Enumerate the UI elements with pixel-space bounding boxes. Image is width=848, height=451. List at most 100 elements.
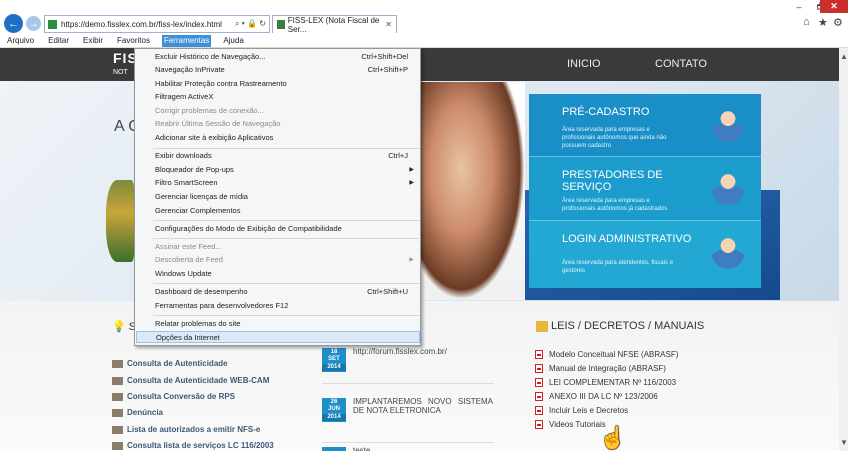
news-day: 18	[330, 349, 338, 355]
address-bar[interactable]: https://demo.fisslex.com.br/fiss-lex/ind…	[44, 15, 270, 33]
service-link[interactable]: Consulta de Autenticidade WEB-CAM	[112, 376, 269, 385]
submenu-arrow-icon: ▶	[409, 167, 414, 173]
menu-item-shortcut: Ctrl+Shift+Del	[361, 52, 408, 61]
news-date-badge	[322, 447, 346, 451]
tab-close-icon[interactable]: ✕	[385, 20, 392, 29]
news-item-text[interactable]: teste	[353, 446, 493, 451]
scroll-up-icon[interactable]: ▲	[840, 52, 848, 61]
service-link[interactable]: Consulta de Autenticidade	[112, 359, 228, 368]
scroll-down-icon[interactable]: ▼	[840, 438, 848, 447]
menu-item-assinar-feed: Assinar este Feed...	[135, 241, 420, 253]
service-icon	[112, 376, 123, 385]
nav-inicio[interactable]: INICIO	[567, 58, 601, 70]
pdf-icon	[535, 364, 543, 373]
service-link[interactable]: Lista de autorizados a emitir NFS-e	[112, 425, 260, 434]
law-link[interactable]: LEI COMPLEMENTAR Nº 116/2003	[535, 378, 676, 387]
service-icon	[112, 359, 123, 368]
menu-item-licencas-midia[interactable]: Gerenciar licenças de mídia	[135, 191, 420, 203]
law-link[interactable]: Modelo Conceitual NFSE (ABRASF)	[535, 350, 678, 359]
window-minimize-button[interactable]: –	[788, 0, 810, 13]
menu-item-gerenciar-complementos[interactable]: Gerenciar Complementos	[135, 205, 420, 217]
menu-item-opcoes-internet[interactable]: Opções da Internet	[136, 331, 420, 343]
menu-item-protecao-rastreamento[interactable]: Habilitar Proteção contra Rastreamento	[135, 78, 420, 90]
menu-item-shortcut: Ctrl+J	[388, 151, 408, 160]
back-button[interactable]: ←	[4, 14, 23, 33]
menu-item-label: Configurações do Modo de Exibição de Com…	[155, 224, 342, 233]
law-link[interactable]: ANEXO III DA LC Nº 123/2006	[535, 392, 658, 401]
home-icon[interactable]: ⌂	[803, 16, 810, 28]
menu-item-compatibilidade[interactable]: Configurações do Modo de Exibição de Com…	[135, 223, 420, 235]
law-link[interactable]: Videos Tutoriais	[535, 420, 606, 429]
site-favicon-icon	[48, 19, 57, 29]
menu-item-windows-update[interactable]: Windows Update	[135, 268, 420, 280]
service-link[interactable]: Consulta lista de serviços LC 116/2003	[112, 441, 274, 450]
menu-separator	[153, 283, 419, 284]
menu-item-label: Descoberta de Feed	[155, 255, 223, 264]
menu-item-label: Assinar este Feed...	[155, 242, 222, 251]
page-scrollbar[interactable]: ▲ ▼	[839, 48, 848, 451]
menu-item-bloqueador-popups[interactable]: Bloqueador de Pop-ups ▶	[135, 164, 420, 176]
address-controls-icon[interactable]: ⌕ ▾ 🔒 ↻	[235, 19, 266, 29]
menu-separator	[153, 238, 419, 239]
law-link[interactable]: Incluir Leis e Decretos	[535, 406, 628, 415]
menu-item-exibir-downloads[interactable]: Exibir downloads Ctrl+J	[135, 150, 420, 162]
hand-cursor-icon: ☝	[599, 425, 627, 450]
hero-photo	[419, 82, 525, 300]
card-prestadores[interactable]: PRESTADORES DE SERVIÇO Área reservada pa…	[529, 156, 761, 220]
service-icon	[112, 392, 123, 401]
news-date-badge: 26 JUN 2014	[322, 398, 346, 422]
menu-ajuda[interactable]: Ajuda	[221, 35, 245, 47]
card-description: Área reservada para atendentes, fiscais …	[562, 260, 674, 274]
service-link[interactable]: Denúncia	[112, 408, 163, 417]
law-label: Modelo Conceitual NFSE (ABRASF)	[549, 350, 679, 359]
news-item-text[interactable]: IMPLANTAREMOS NOVO SISTEMA DE NOTA ELETR…	[353, 397, 493, 415]
menu-bar: Arquivo Editar Exibir Favoritos Ferramen…	[0, 35, 848, 48]
menu-item-corrigir-conexao: Corrigir problemas de conexão...	[135, 105, 420, 117]
star-icon[interactable]: ★	[818, 16, 828, 29]
menu-favoritos[interactable]: Favoritos	[115, 35, 152, 47]
menu-item-activex[interactable]: Filtragem ActiveX	[135, 91, 420, 103]
menu-item-dashboard[interactable]: Dashboard de desempenho Ctrl+Shift+U	[135, 286, 420, 298]
card-pre-cadastro[interactable]: PRÉ-CADASTRO Área reservada para empresa…	[529, 94, 761, 156]
menu-item-label: Navegação InPrivate	[155, 65, 225, 74]
news-month: JUN	[327, 406, 340, 412]
menu-item-relatar-problemas[interactable]: Relatar problemas do site	[135, 318, 420, 330]
card-description: Área reservada para empresas e profissio…	[562, 198, 668, 212]
service-icon	[112, 408, 123, 417]
news-item-text[interactable]: http://forum.fisslex.com.br/	[353, 347, 493, 356]
menu-item-ferramentas-f12[interactable]: Ferramentas para desenvolvedores F12	[135, 300, 420, 312]
tools-dropdown-menu: Excluir Histórico de Navegação... Ctrl+Sh…	[134, 48, 421, 346]
menu-item-label: Exibir downloads	[155, 151, 212, 160]
service-label: Consulta lista de serviços LC 116/2003	[127, 441, 274, 450]
menu-item-excluir-historico[interactable]: Excluir Histórico de Navegação... Ctrl+Sh…	[135, 51, 420, 63]
menu-item-smartscreen[interactable]: Filtro SmartScreen ▶	[135, 177, 420, 189]
menu-separator	[153, 220, 419, 221]
menu-item-label: Dashboard de desempenho	[155, 287, 248, 296]
address-url[interactable]: https://demo.fisslex.com.br/fiss-lex/ind…	[61, 20, 235, 29]
menu-item-shortcut: Ctrl+Shift+U	[367, 287, 408, 296]
nav-contato[interactable]: CONTATO	[655, 58, 707, 70]
menu-arquivo[interactable]: Arquivo	[5, 35, 36, 47]
menu-item-label: Reabrir Última Sessão de Navegação	[155, 119, 281, 128]
service-link[interactable]: Consulta Conversão de RPS	[112, 392, 235, 401]
news-year: 2014	[322, 414, 346, 421]
window-close-button[interactable]: ✕	[820, 0, 848, 13]
service-label: Lista de autorizados a emitir NFS-e	[127, 425, 261, 434]
menu-exibir[interactable]: Exibir	[81, 35, 105, 47]
menu-item-label: Ferramentas para desenvolvedores F12	[155, 301, 289, 310]
card-login-admin[interactable]: LOGIN ADMINISTRATIVO Área reservada para…	[529, 220, 761, 288]
law-label: Manual de Integração (ABRASF)	[549, 364, 666, 373]
law-link[interactable]: Manual de Integração (ABRASF)	[535, 364, 666, 373]
pdf-icon	[535, 378, 543, 387]
menu-editar[interactable]: Editar	[46, 35, 71, 47]
menu-item-label: Habilitar Proteção contra Rastreamento	[155, 79, 287, 88]
service-label: Consulta de Autenticidade WEB-CAM	[127, 376, 270, 385]
gear-icon[interactable]: ⚙	[833, 16, 843, 29]
menu-item-reabrir-sessao: Reabrir Última Sessão de Navegação	[135, 118, 420, 130]
news-year: 2014	[322, 364, 346, 371]
forward-button[interactable]: →	[26, 16, 41, 31]
menu-ferramentas[interactable]: Ferramentas	[161, 35, 212, 47]
menu-item-inprivate[interactable]: Navegação InPrivate Ctrl+Shift+P	[135, 64, 420, 76]
browser-tab[interactable]: FISS-LEX (Nota Fiscal de Ser... ✕	[272, 15, 397, 34]
menu-item-adicionar-site[interactable]: Adicionar site à exibição Aplicativos	[135, 132, 420, 144]
